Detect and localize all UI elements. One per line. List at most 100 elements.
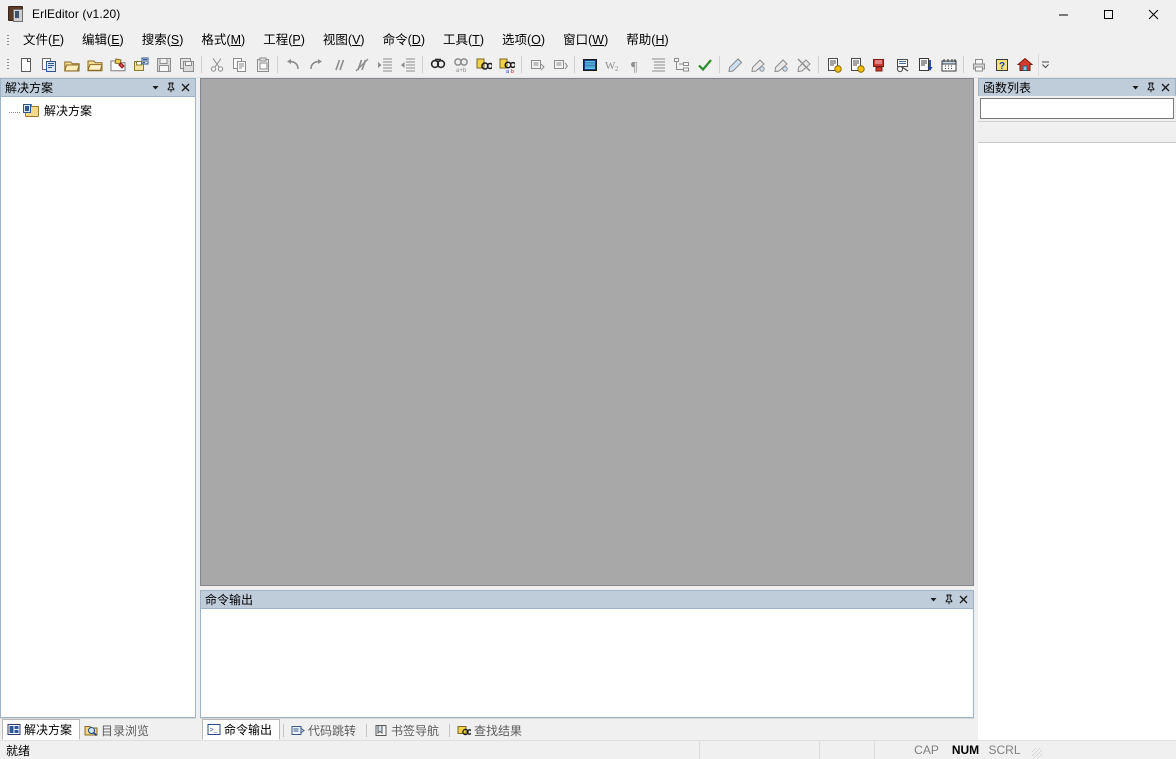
redo-icon[interactable]: [304, 54, 327, 76]
resize-grip[interactable]: [1030, 741, 1044, 759]
dock-tab-label: 目录浏览: [101, 723, 150, 738]
status-cell-3: CAP NUM SCRL: [875, 741, 1030, 759]
pin-icon[interactable]: [1143, 80, 1158, 96]
tree-node[interactable]: 解决方案: [1, 101, 195, 119]
toolbar-separator: [571, 55, 578, 75]
editor-client-area[interactable]: [200, 78, 974, 586]
dock-tab-label: 代码跳转: [308, 723, 357, 738]
open-file-icon[interactable]: [60, 54, 83, 76]
find-in-files-icon[interactable]: [472, 54, 495, 76]
menu-edit[interactable]: 编辑(E): [73, 29, 133, 52]
maximize-button[interactable]: [1086, 0, 1131, 28]
replace-in-files-icon[interactable]: ab: [495, 54, 518, 76]
bookmark-prev-icon[interactable]: [769, 54, 792, 76]
export-icon[interactable]: [914, 54, 937, 76]
cut-icon[interactable]: [205, 54, 228, 76]
tab-separator: [449, 724, 451, 737]
menu-gripper[interactable]: [4, 32, 12, 48]
tree-view-icon[interactable]: [670, 54, 693, 76]
output-pane-body[interactable]: [200, 608, 974, 718]
run-icon[interactable]: [868, 54, 891, 76]
dock-tab-bookmark-nav[interactable]: 书签导航: [370, 720, 446, 740]
bookmark-toggle-icon[interactable]: [723, 54, 746, 76]
save-icon[interactable]: [152, 54, 175, 76]
menu-help[interactable]: 帮助(H): [617, 29, 677, 52]
help-icon[interactable]: ?: [990, 54, 1013, 76]
goto-next-icon[interactable]: [548, 54, 571, 76]
print-icon[interactable]: [967, 54, 990, 76]
word-wrap-icon[interactable]: W2: [601, 54, 624, 76]
close-icon[interactable]: [178, 80, 193, 96]
menu-command[interactable]: 命令(D): [374, 29, 434, 52]
new-file-icon[interactable]: [14, 54, 37, 76]
dock-tab-code-jump[interactable]: 代码跳转: [287, 720, 363, 740]
goto-prev-icon[interactable]: [525, 54, 548, 76]
undo-icon[interactable]: [281, 54, 304, 76]
chevron-down-icon[interactable]: [1128, 80, 1143, 96]
dock-tab-find-results[interactable]: 查找结果: [453, 720, 529, 740]
paste-icon[interactable]: [251, 54, 274, 76]
chevron-down-icon[interactable]: [926, 592, 941, 608]
output-tabstrip: >_ 命令输出 代码跳转 书签导航 查找结果: [200, 718, 974, 740]
new-from-template-icon[interactable]: [37, 54, 60, 76]
bookmark-clear-icon[interactable]: [792, 54, 815, 76]
toolbar-gripper[interactable]: [4, 57, 12, 73]
menu-file[interactable]: 文件(F): [14, 29, 73, 52]
status-indicator-cap: CAP: [914, 743, 939, 757]
solution-tree: 解决方案: [1, 97, 195, 119]
tree-node-label: 解决方案: [44, 103, 93, 118]
save-all-icon[interactable]: [175, 54, 198, 76]
close-button[interactable]: [1131, 0, 1176, 28]
dock-tab-folder-browse[interactable]: 目录浏览: [80, 720, 156, 740]
dock-tab-solution[interactable]: 解决方案: [2, 719, 81, 740]
indent-icon[interactable]: [373, 54, 396, 76]
toolbar-separator: [274, 55, 281, 75]
home-icon[interactable]: [1013, 54, 1036, 76]
menu-project[interactable]: 工程(P): [254, 29, 314, 52]
close-icon[interactable]: [1158, 80, 1173, 96]
line-numbers-icon[interactable]: [647, 54, 670, 76]
solution-icon: [7, 724, 21, 735]
menu-label: 命令: [382, 32, 408, 47]
tree-connector: [7, 101, 23, 119]
minimize-button[interactable]: [1041, 0, 1086, 28]
copy-icon[interactable]: [228, 54, 251, 76]
outdent-icon[interactable]: [396, 54, 419, 76]
window-controls: [1041, 0, 1176, 28]
menu-search[interactable]: 搜索(S): [133, 29, 193, 52]
menu-label: 编辑: [82, 32, 108, 47]
output-pane-title: 命令输出: [205, 592, 254, 607]
debug-icon[interactable]: [891, 54, 914, 76]
save-as-icon[interactable]: [129, 54, 152, 76]
menu-accelerator: (E): [107, 32, 124, 47]
pin-icon[interactable]: [163, 80, 178, 96]
toolbar-overflow-button[interactable]: [1038, 53, 1052, 76]
menu-tools[interactable]: 工具(T): [434, 29, 493, 52]
menu-options[interactable]: 选项(O): [493, 29, 554, 52]
comment-icon[interactable]: [327, 54, 350, 76]
compile-all-icon[interactable]: [845, 54, 868, 76]
dock-tab-console[interactable]: >_ 命令输出: [202, 719, 281, 740]
compile-icon[interactable]: [822, 54, 845, 76]
calendar-icon[interactable]: [937, 54, 960, 76]
function-list-body[interactable]: [978, 143, 1176, 740]
menu-label: 帮助: [626, 32, 652, 47]
function-search-input[interactable]: [980, 98, 1174, 119]
find-icon[interactable]: [426, 54, 449, 76]
close-icon[interactable]: [956, 592, 971, 608]
menu-view[interactable]: 视图(V): [314, 29, 374, 52]
check-syntax-icon[interactable]: [693, 54, 716, 76]
chevron-down-icon[interactable]: [148, 80, 163, 96]
menu-bar: 文件(F) 编辑(E) 搜索(S) 格式(M) 工程(P) 视图(V) 命令(D) 工具(T)…: [0, 28, 1176, 52]
open-recent-icon[interactable]: [106, 54, 129, 76]
solution-pane-body[interactable]: 解决方案: [0, 96, 196, 718]
menu-window[interactable]: 窗口(W): [554, 29, 617, 52]
toggle-whitespace-icon[interactable]: [578, 54, 601, 76]
menu-format[interactable]: 格式(M): [192, 29, 254, 52]
uncomment-icon[interactable]: [350, 54, 373, 76]
pin-icon[interactable]: [941, 592, 956, 608]
show-paragraph-icon[interactable]: ¶: [624, 54, 647, 76]
open-folder-icon[interactable]: [83, 54, 106, 76]
bookmark-next-icon[interactable]: [746, 54, 769, 76]
replace-icon[interactable]: a+b: [449, 54, 472, 76]
